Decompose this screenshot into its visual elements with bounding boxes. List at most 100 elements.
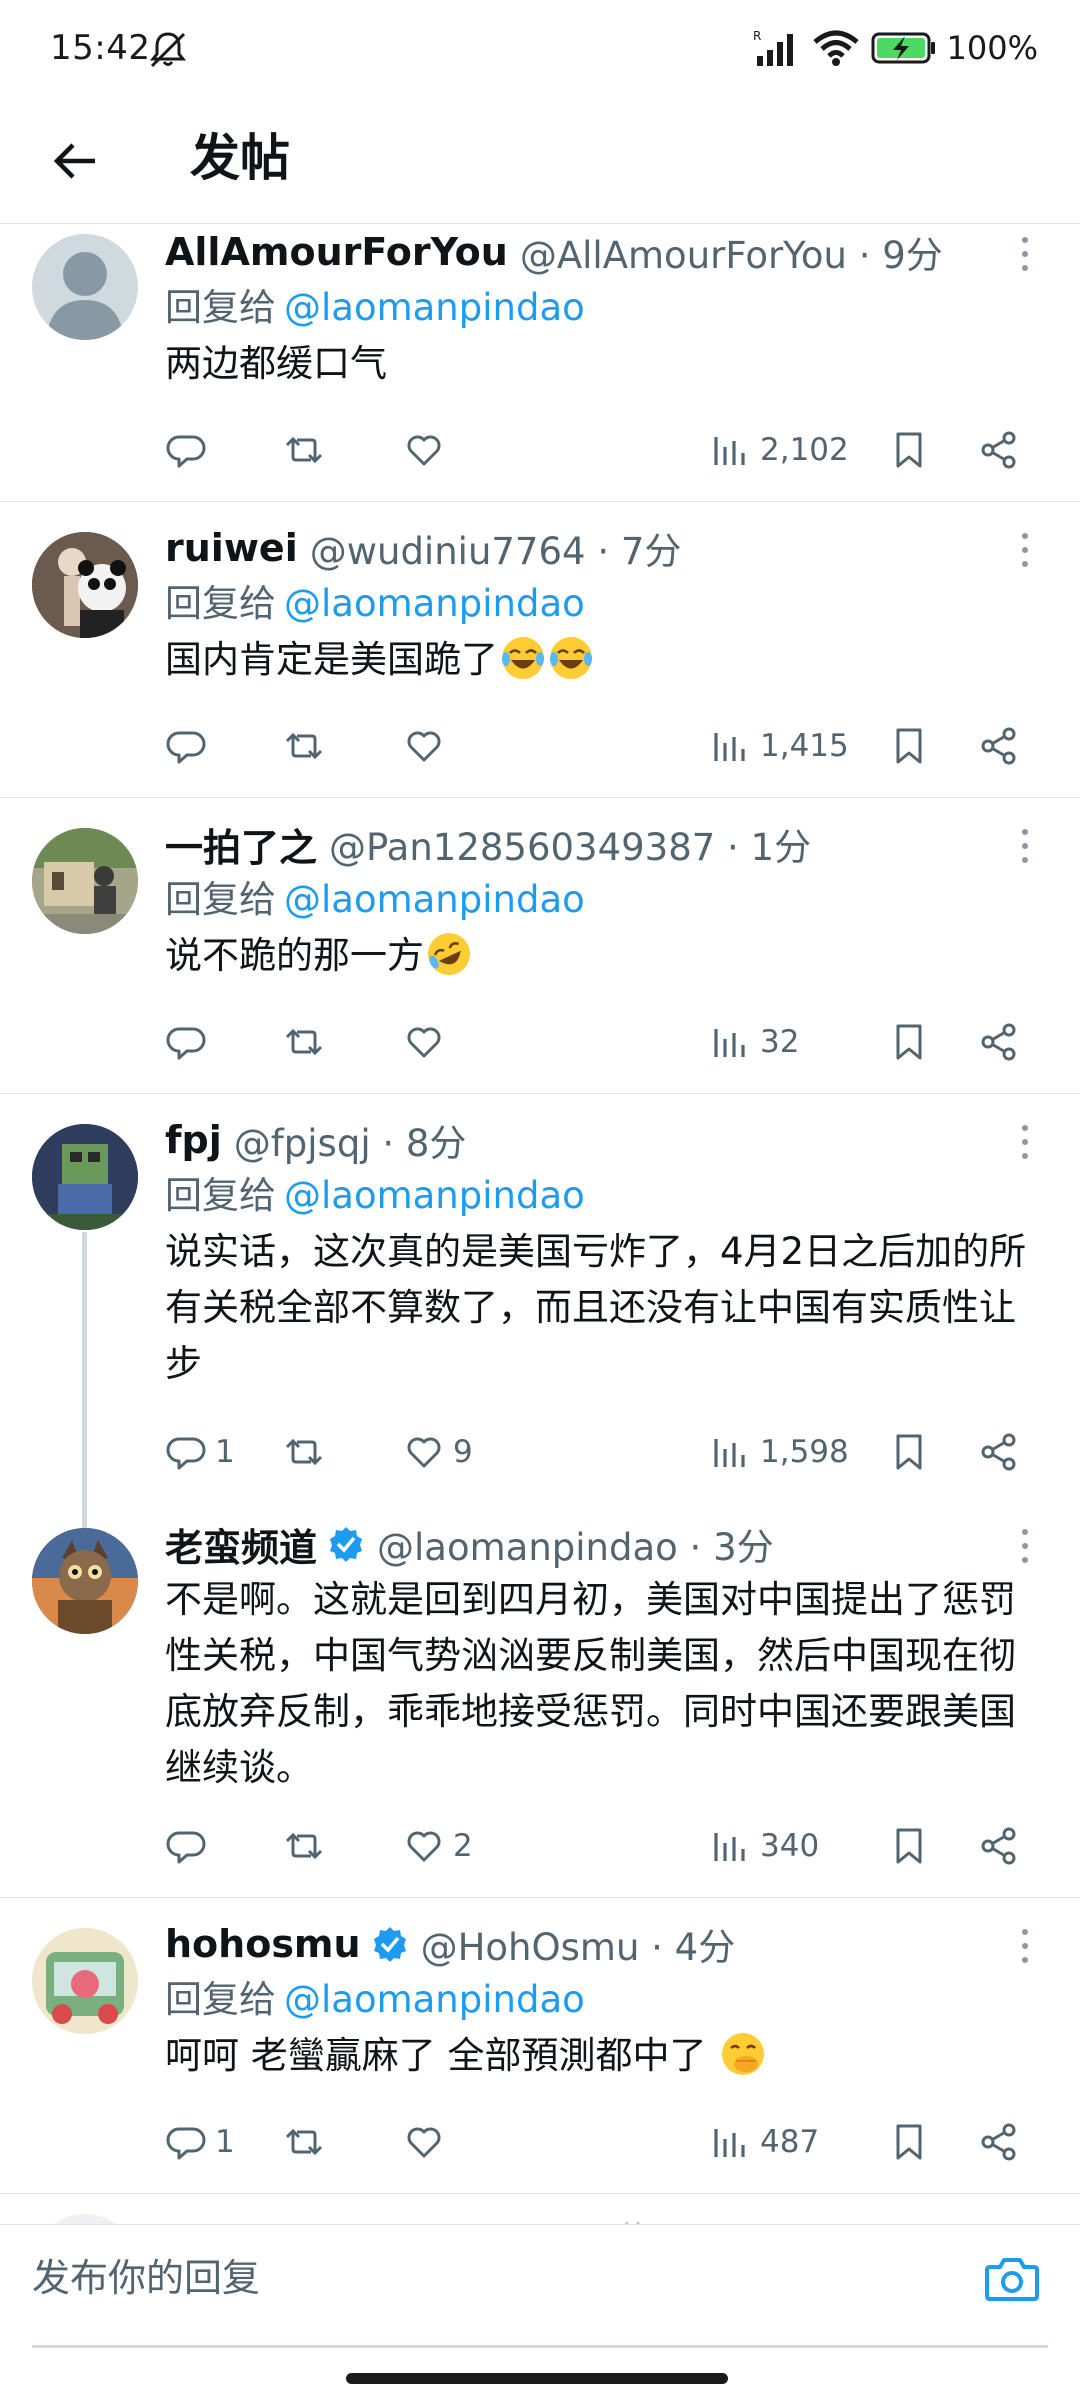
like-button[interactable] [403,2112,445,2172]
avatar[interactable] [32,1928,138,2034]
reply-icon [166,2127,206,2160]
like-button[interactable]: 9 [403,1422,473,1482]
author-row: AllAmourForYou @AllAmourForYou · 9分 [165,224,1040,280]
more-options-icon[interactable] [1010,1926,1040,1966]
avatar[interactable] [32,828,138,934]
like-button[interactable] [403,1012,445,1072]
repost-button[interactable] [283,716,325,776]
author-name[interactable]: 一拍了之 [165,817,317,872]
share-button[interactable] [978,420,1020,480]
author-name[interactable]: ruiwei [165,526,298,570]
share-button[interactable] [978,1422,1020,1482]
heart-icon [407,1027,441,1058]
reply-button[interactable] [165,1816,207,1876]
more-options-icon[interactable] [1010,530,1040,570]
post-text-row: 说不跪的那一方 [165,928,1040,984]
author-handle[interactable]: @fpjsqj · 8分 [234,1113,467,1167]
repost-button[interactable] [283,1816,325,1876]
author-name[interactable]: AllAmourForYou [165,230,508,274]
reply-button[interactable] [165,716,207,776]
verified-badge-icon [330,1527,363,1562]
post-item[interactable]: ruiwei @wudiniu7764 · 7分 回复给 @laomanpinda… [0,502,1080,798]
repost-button[interactable] [283,2112,325,2172]
like-button[interactable] [403,716,445,776]
views-count: 487 [760,2124,820,2160]
share-icon [981,2123,1016,2161]
bookmark-button[interactable] [888,1816,930,1876]
author-handle[interactable]: @...14923 · 1分 [365,2214,651,2224]
reply-button[interactable]: 1 [165,2112,235,2172]
post-item[interactable]: 一拍了之 @Pan128560349387 · 1分 回复给 @laomanpin… [0,798,1080,1094]
avatar[interactable] [32,1528,138,1634]
reply-count: 1 [215,1434,235,1470]
reply-icon [166,1027,206,1060]
share-button[interactable] [978,1816,1020,1876]
author-row: hohosmu @HohOsmu · 4分 [165,1916,1040,1972]
author-name[interactable]: 老蛮频道 [165,1517,317,1572]
mention-link[interactable]: @laomanpindao [284,582,585,625]
heart-icon [407,731,441,762]
author-handle[interactable]: @Pan128560349387 · 1分 [329,817,811,871]
reply-button[interactable] [165,420,207,480]
author-handle[interactable]: @wudiniu7764 · 7分 [310,521,682,575]
views-button[interactable]: 1,415 [710,716,849,776]
views-button[interactable]: 340 [710,1816,819,1876]
avatar[interactable] [32,1124,138,1230]
repost-button[interactable] [283,1012,325,1072]
bookmark-button[interactable] [888,2112,930,2172]
repost-icon [285,1832,323,1860]
reply-input[interactable]: 发布你的回复 [32,2247,260,2302]
camera-icon[interactable] [982,2249,1042,2309]
post-item[interactable]: 老蛮频道 @laomanpindao · 3分 不是啊。这就是回到四月初，美国对… [0,1504,1080,1898]
author-name[interactable]: hohosmu [165,1922,361,1966]
reply-context: 回复给 @laomanpindao [165,280,1040,336]
avatar[interactable] [32,2214,138,2224]
repost-button[interactable] [283,420,325,480]
reply-button[interactable] [165,1012,207,1072]
post-item-partial[interactable]: @...14923 · 1分 [0,2214,1080,2224]
notification-muted-icon [149,32,187,68]
views-count: 2,102 [760,432,849,468]
more-options-icon[interactable] [1010,826,1040,866]
svg-text:R: R [753,29,761,43]
views-button[interactable]: 2,102 [710,420,849,480]
verified-badge-icon [373,1927,406,1962]
views-button[interactable]: 32 [710,1012,799,1072]
more-options-icon[interactable] [1010,1526,1040,1566]
post-content: hohosmu @HohOsmu · 4分 回复给 @laomanpindao 呵… [165,1916,1040,2084]
bookmark-button[interactable] [888,420,930,480]
reply-feed[interactable]: AllAmourForYou @AllAmourForYou · 9分 回复给 @… [0,224,1080,2224]
reply-button[interactable]: 1 [165,1422,235,1482]
views-button[interactable]: 1,598 [710,1422,849,1482]
bookmark-button[interactable] [888,1012,930,1072]
author-handle[interactable]: @laomanpindao · 3分 [377,1517,774,1571]
mention-link[interactable]: @laomanpindao [284,878,585,921]
author-handle[interactable]: @HohOsmu · 4分 [421,1917,736,1971]
mention-link[interactable]: @laomanpindao [284,286,585,329]
share-button[interactable] [978,2112,1020,2172]
like-button[interactable]: 2 [403,1816,473,1876]
like-button[interactable] [403,420,445,480]
home-indicator[interactable] [346,2373,728,2384]
mention-link[interactable]: @laomanpindao [284,1978,585,2021]
author-handle[interactable]: @AllAmourForYou · 9分 [520,225,943,279]
reply-composer: 发布你的回复 [0,2224,1080,2348]
back-button[interactable] [40,126,110,196]
avatar[interactable] [32,234,138,340]
avatar[interactable] [32,532,138,638]
reply-icon [166,1831,206,1864]
post-item[interactable]: AllAmourForYou @AllAmourForYou · 9分 回复给 @… [0,224,1080,502]
status-bar: 15:42 R 100% [0,0,1080,96]
more-options-icon[interactable] [1010,234,1040,274]
bookmark-button[interactable] [888,716,930,776]
status-right-group: R 100% [753,26,1038,70]
post-item[interactable]: hohosmu @HohOsmu · 4分 回复给 @laomanpindao 呵… [0,1898,1080,2194]
repost-button[interactable] [283,1422,325,1482]
views-button[interactable]: 487 [710,2112,819,2172]
mention-link[interactable]: @laomanpindao [284,1174,585,1217]
author-name[interactable]: fpj [165,1118,222,1162]
bookmark-button[interactable] [888,1422,930,1482]
share-button[interactable] [978,716,1020,776]
more-options-icon[interactable] [1010,1122,1040,1162]
share-button[interactable] [978,1012,1020,1072]
